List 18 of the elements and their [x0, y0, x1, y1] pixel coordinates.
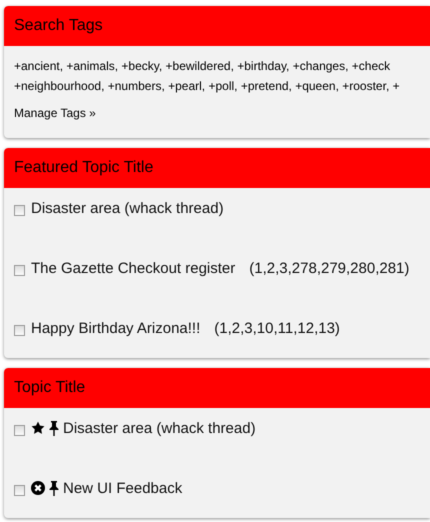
topic-title[interactable]: New UI Feedback	[63, 480, 182, 496]
tag-list[interactable]: +neighbourhood, +numbers, +pearl, +poll, +pretend, +queen, +rooster, +	[14, 76, 400, 96]
checkbox[interactable]	[14, 204, 25, 216]
checkbox[interactable]	[14, 324, 25, 336]
checkbox[interactable]	[14, 264, 25, 276]
tag-list[interactable]: +ancient, +animals, +becky, +bewildered, +birthday, +changes, +check	[14, 56, 390, 76]
topic-title[interactable]: Happy Birthday Arizona!!!	[31, 320, 200, 336]
page-numbers[interactable]: (1,2,3,10,11,12,13)	[214, 320, 340, 336]
checkbox[interactable]	[14, 484, 25, 496]
panel-header: Search Tags	[4, 6, 430, 46]
topic-title[interactable]: Disaster area (whack thread)	[63, 420, 256, 436]
topic-title[interactable]: Disaster area (whack thread)	[31, 200, 224, 216]
panel-header: Featured Topic Title	[4, 148, 430, 188]
checkbox[interactable]	[14, 424, 25, 436]
panel-header: Topic Title	[4, 368, 430, 408]
topic-title[interactable]: The Gazette Checkout register	[31, 260, 236, 276]
manage-tags-link[interactable]: Manage Tags »	[14, 106, 96, 120]
page-numbers[interactable]: (1,2,3,278,279,280,281)	[249, 260, 410, 276]
